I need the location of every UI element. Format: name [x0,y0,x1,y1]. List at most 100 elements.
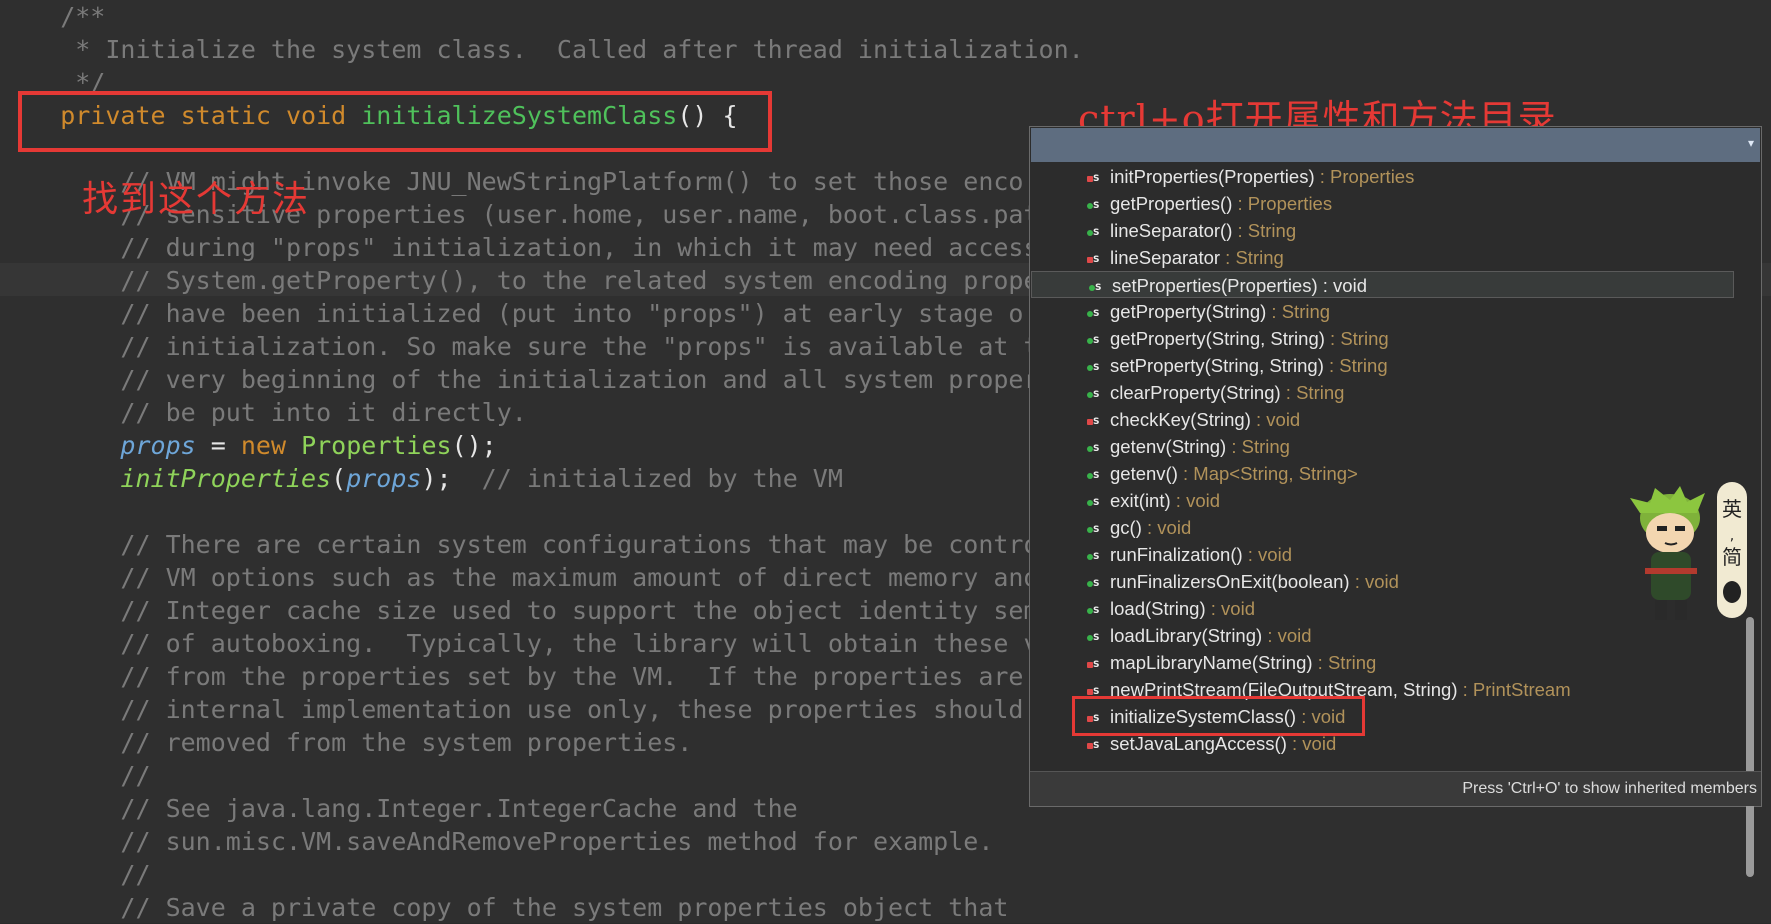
mascot-sign-top: 英 [1722,497,1742,521]
code-token: (); [451,431,497,460]
outline-item-label: runFinalizersOnExit(boolean) : void [1110,568,1399,595]
public-method-icon: S [1085,303,1103,321]
outline-item[interactable]: SgetProperty(String) : String [1030,298,1730,325]
code-line: // There are certain system configuratio… [0,530,1039,559]
member-name: getProperty(String, String) [1110,328,1325,349]
member-name: setProperty(String, String) [1110,355,1324,376]
member-type: : Properties [1232,193,1333,214]
outline-item-label: load(String) : void [1110,595,1255,622]
member-name: exit(int) [1110,490,1171,511]
member-name: runFinalization() [1110,544,1243,565]
member-type: : String [1220,247,1284,268]
member-name: loadLibrary(String) [1110,625,1263,646]
private-method-icon: S [1085,735,1103,753]
outline-item-label: setProperty(String, String) : String [1110,352,1388,379]
code-line: // [0,860,151,889]
public-method-icon: S [1085,357,1103,375]
code-line: // Integer cache size used to support th… [0,596,1039,625]
code-line: // removed from the system properties. [0,728,693,757]
outline-item[interactable]: SmapLibraryName(String) : String [1030,649,1730,676]
code-statement: props = new Properties(); [0,429,497,462]
public-method-icon: S [1085,546,1103,564]
code-token: new [240,431,302,460]
method-highlight-box [18,91,772,152]
member-name: setProperties(Properties) [1112,275,1318,296]
outline-item-label: getenv(String) : String [1110,433,1290,460]
member-name: getenv() [1110,463,1178,484]
code-line: // from the properties set by the VM. If… [0,662,1024,691]
public-method-icon: S [1085,627,1103,645]
member-type: : Map<String, String> [1177,463,1358,484]
code-token: Properties [301,431,452,460]
public-method-icon: S [1085,573,1103,591]
outline-item-label: runFinalization() : void [1110,541,1292,568]
outline-item-label: getenv() : Map<String, String> [1110,460,1358,487]
private-method-icon: S [1085,654,1103,672]
public-method-icon: S [1085,492,1103,510]
member-name: checkKey(String) [1110,409,1251,430]
outline-item[interactable]: SlineSeparator : String [1030,244,1730,271]
outline-item[interactable]: SlineSeparator() : String [1030,217,1730,244]
member-name: gc() [1110,517,1142,538]
outline-item[interactable]: ScheckKey(String) : void [1030,406,1730,433]
public-method-icon: S [1085,384,1103,402]
svg-text:,: , [1730,528,1734,544]
member-type: : void [1317,275,1367,296]
outline-item[interactable]: SinitProperties(Properties) : Properties [1030,163,1730,190]
outline-item[interactable]: SsetProperty(String, String) : String [1030,352,1730,379]
member-name: setJavaLangAccess() [1110,733,1287,754]
member-name: mapLibraryName(String) [1110,652,1313,673]
member-type: : void [1286,733,1337,754]
outline-item[interactable]: Sgetenv(String) : String [1030,433,1730,460]
member-type: : String [1226,436,1290,457]
public-method-icon: S [1085,330,1103,348]
chevron-down-icon[interactable]: ▾ [1748,136,1754,150]
code-line: // internal implementation use only, the… [0,695,1024,724]
private-method-icon: S [1085,168,1103,186]
outline-item-label: gc() : void [1110,514,1191,541]
member-type: : String [1324,328,1389,349]
outline-list[interactable]: SinitProperties(Properties) : Properties… [1030,163,1758,773]
code-line: // System.getProperty(), to the related … [0,266,1039,295]
private-method-icon: S [1085,411,1103,429]
code-line: // VM options such as the maximum amount… [0,563,1039,592]
code-token: props [346,464,422,493]
member-name: getProperties() [1110,193,1233,214]
outline-item-label: checkKey(String) : void [1110,406,1300,433]
member-name: load(String) [1110,598,1206,619]
public-method-icon: S [1085,222,1103,240]
outline-item[interactable]: SsetProperties(Properties) : void [1031,271,1734,298]
outline-item-label: getProperties() : Properties [1110,190,1332,217]
outline-item-label: mapLibraryName(String) : String [1110,649,1376,676]
public-method-icon: S [1085,519,1103,537]
public-method-icon: S [1087,277,1105,295]
code-token: initProperties [120,464,332,493]
mascot-sign-bottom: 简 [1722,545,1742,569]
member-type: : void [1242,544,1292,565]
member-type: : String [1323,355,1388,376]
outline-status-bar: Press 'Ctrl+O' to show inherited members [1030,771,1761,806]
outline-status-text: Press 'Ctrl+O' to show inherited members [1462,780,1757,797]
member-type: : PrintStream [1457,679,1571,700]
outline-item[interactable]: SgetProperties() : Properties [1030,190,1730,217]
public-method-icon: S [1085,600,1103,618]
member-name: runFinalizersOnExit(boolean) [1110,571,1350,592]
code-token: ); [421,464,452,493]
outline-item[interactable]: SclearProperty(String) : String [1030,379,1730,406]
member-type: : String [1312,652,1377,673]
code-line: // [0,761,151,790]
member-name: initProperties(Properties) [1110,166,1315,187]
public-method-icon: S [1085,195,1103,213]
member-name: clearProperty(String) [1110,382,1281,403]
code-line: // sun.misc.VM.saveAndRemoveProperties m… [0,827,994,856]
member-type: : String [1266,301,1331,322]
outline-item[interactable]: SgetProperty(String, String) : String [1030,325,1730,352]
outline-item-label: lineSeparator : String [1110,244,1284,271]
scrollbar-thumb[interactable] [1746,617,1754,877]
outline-item-label: clearProperty(String) : String [1110,379,1344,406]
code-line: /** [0,2,106,31]
outline-filter-input[interactable]: ▾ [1031,128,1760,162]
member-name: getProperty(String) [1110,301,1267,322]
code-line: // be put into it directly. [0,398,527,427]
member-name: getenv(String) [1110,436,1227,457]
